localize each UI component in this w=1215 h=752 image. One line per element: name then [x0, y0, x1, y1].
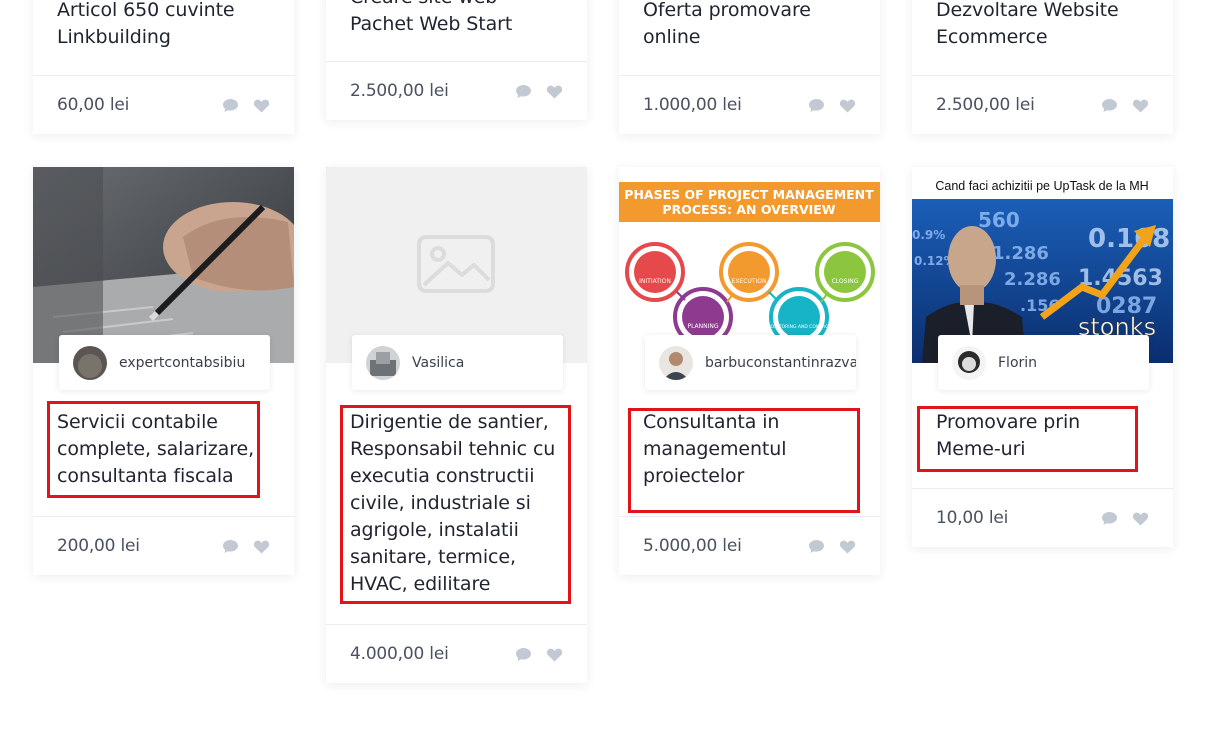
highlight-box [628, 408, 860, 513]
heart-icon[interactable] [839, 98, 856, 113]
comment-icon[interactable] [515, 84, 532, 99]
card-footer: 2.500,00 lei [326, 61, 587, 120]
card-title[interactable]: Creare site web Pachet Web Start [350, 0, 577, 38]
heart-icon[interactable] [1132, 98, 1149, 113]
heart-icon[interactable] [253, 98, 270, 113]
heart-icon[interactable] [1132, 511, 1149, 526]
comment-icon[interactable] [515, 647, 532, 662]
price: 200,00 lei [57, 536, 140, 556]
stonks-meme-image: Cand faci achizitii pe UpTask de la MH 5… [912, 179, 1173, 363]
price: 1.000,00 lei [643, 95, 742, 115]
ticker-value: 2.286 [1004, 269, 1061, 290]
card-thumbnail[interactable] [33, 167, 294, 363]
card-title[interactable]: Articol 650 cuvinte Linkbuilding [57, 0, 284, 51]
ticker-value: 0.9% [912, 228, 945, 242]
ticker-value: 560 [978, 208, 1020, 232]
card-footer: 4.000,00 lei [326, 624, 587, 683]
phase-label: MONITORING AND CONTROL [767, 324, 832, 330]
comment-icon[interactable] [1101, 511, 1118, 526]
author-name[interactable]: barbuconstantinrazvan [705, 355, 856, 371]
heart-icon[interactable] [839, 539, 856, 554]
card-title[interactable]: Oferta promovare online [643, 0, 870, 51]
highlight-box [917, 406, 1138, 472]
card-footer: 200,00 lei [33, 516, 294, 575]
service-card[interactable]: Articol 650 cuvinte Linkbuilding 60,00 l… [33, 0, 294, 134]
image-placeholder-icon [417, 235, 495, 293]
phase-label: CLOSING [832, 278, 859, 285]
card-footer: 10,00 lei [912, 488, 1173, 547]
comment-icon[interactable] [222, 539, 239, 554]
phase-label: EXECUTION [732, 278, 767, 285]
heart-icon[interactable] [546, 647, 563, 662]
card-footer: 60,00 lei [33, 75, 294, 134]
price: 5.000,00 lei [643, 536, 742, 556]
infographic-heading-2: PROCESS: AN OVERVIEW [662, 202, 835, 217]
price: 4.000,00 lei [350, 644, 449, 664]
author-chip[interactable]: Vasilica [352, 335, 563, 390]
price: 60,00 lei [57, 95, 130, 115]
meme-caption: Cand faci achizitii pe UpTask de la MH [935, 179, 1148, 193]
phase-label: PLANNING [687, 323, 718, 330]
service-card[interactable]: Cand faci achizitii pe UpTask de la MH 5… [912, 167, 1173, 547]
card-thumbnail[interactable] [326, 167, 587, 363]
service-card[interactable]: Creare site web Pachet Web Start 2.500,0… [326, 0, 587, 120]
author-chip[interactable]: Florin [938, 335, 1149, 390]
ticker-value: 0.168 [1088, 224, 1170, 254]
author-name[interactable]: Vasilica [412, 355, 464, 371]
service-card[interactable]: Oferta promovare online 1.000,00 lei [619, 0, 880, 134]
author-name[interactable]: Florin [998, 355, 1037, 371]
author-chip[interactable]: expertcontabsibiu [59, 335, 270, 390]
comment-icon[interactable] [222, 98, 239, 113]
service-card[interactable]: PHASES OF PROJECT MANAGEMENT PROCESS: AN… [619, 167, 880, 575]
avatar[interactable] [366, 345, 400, 380]
avatar[interactable] [73, 345, 107, 380]
ticker-value: 1.286 [992, 243, 1049, 264]
card-footer: 1.000,00 lei [619, 75, 880, 134]
highlight-box [47, 401, 260, 498]
service-card[interactable]: expertcontabsibiu Servicii contabile com… [33, 167, 294, 575]
comment-icon[interactable] [808, 539, 825, 554]
price: 2.500,00 lei [936, 95, 1035, 115]
card-thumbnail[interactable]: PHASES OF PROJECT MANAGEMENT PROCESS: AN… [619, 167, 880, 363]
card-footer: 2.500,00 lei [912, 75, 1173, 134]
comment-icon[interactable] [1101, 98, 1118, 113]
project-phases-infographic: PHASES OF PROJECT MANAGEMENT PROCESS: AN… [619, 182, 880, 347]
price: 10,00 lei [936, 508, 1009, 528]
avatar[interactable] [952, 345, 986, 380]
comment-icon[interactable] [808, 98, 825, 113]
phase-label: INITIATION [639, 278, 671, 285]
photo-hand-pen-icon [33, 167, 294, 363]
author-name[interactable]: expertcontabsibiu [119, 355, 245, 371]
card-thumbnail[interactable]: Cand faci achizitii pe UpTask de la MH 5… [912, 167, 1173, 363]
heart-icon[interactable] [546, 84, 563, 99]
service-card[interactable]: Dezvoltare Website Ecommerce 2.500,00 le… [912, 0, 1173, 134]
heart-icon[interactable] [253, 539, 270, 554]
avatar[interactable] [659, 345, 693, 380]
highlight-box [340, 405, 571, 604]
price: 2.500,00 lei [350, 81, 449, 101]
infographic-heading-1: PHASES OF PROJECT MANAGEMENT [624, 187, 874, 202]
author-chip[interactable]: barbuconstantinrazvan [645, 335, 856, 390]
card-title[interactable]: Dezvoltare Website Ecommerce [936, 0, 1163, 51]
card-footer: 5.000,00 lei [619, 516, 880, 575]
